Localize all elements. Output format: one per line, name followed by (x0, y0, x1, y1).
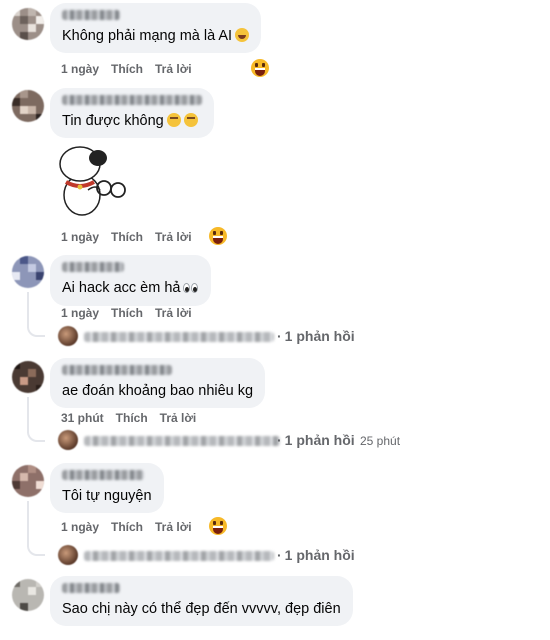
comment-bubble: Sao chị này có thể đẹp đến vvvvv, đẹp đi… (50, 576, 353, 626)
reply-count[interactable]: · 1 phản hồi (277, 432, 355, 448)
reply-time: 25 phút (360, 434, 401, 448)
comment-text: Sao chị này có thể đẹp đến vvvvv, đẹp đi… (62, 601, 341, 617)
haha-reaction-icon[interactable] (251, 59, 269, 77)
thread-connector (27, 428, 45, 442)
reply-preview (84, 332, 274, 342)
comment-text: Tôi tự nguyện (62, 488, 152, 504)
reply-count[interactable]: · 1 phản hồi (277, 547, 355, 563)
reply-preview (84, 551, 274, 561)
reply-button[interactable]: Trả lời (160, 411, 197, 425)
comment-bubble: Tin được không (50, 88, 214, 138)
reply-avatar (58, 326, 78, 346)
author-name[interactable] (62, 95, 202, 105)
view-replies-row[interactable]: · 1 phản hồi 25 phút (58, 430, 418, 452)
comment-bubble: ae đoán khoảng bao nhiêu kg (50, 358, 266, 408)
reply-button[interactable]: Trả lời (155, 230, 192, 244)
author-name[interactable] (62, 470, 144, 480)
like-button[interactable]: Thích (111, 230, 143, 244)
reply-button[interactable]: Trả lời (155, 306, 192, 320)
reply-preview (84, 436, 280, 446)
eyes-emoji (183, 280, 199, 298)
comment-text: Tin được không (62, 113, 164, 129)
author-name[interactable] (62, 583, 120, 593)
haha-reaction-icon[interactable] (209, 517, 227, 535)
author-name[interactable] (62, 365, 172, 375)
comment-actions: 1 ngày Thích Trả lời (61, 306, 204, 320)
reply-button[interactable]: Trả lời (155, 62, 192, 76)
author-name[interactable] (62, 262, 124, 272)
like-button[interactable]: Thích (111, 62, 143, 76)
avatar[interactable] (12, 361, 44, 393)
author-name[interactable] (62, 10, 120, 20)
comment-actions: 1 ngày Thích Trả lời (61, 62, 204, 76)
comment-text: Ai hack acc èm hả (62, 280, 181, 296)
reply-avatar (58, 430, 78, 450)
comment-time[interactable]: 1 ngày (61, 520, 99, 534)
comment-actions: 1 ngày Thích Trả lời (61, 520, 204, 534)
comment-bubble: Ai hack acc èm hả (50, 255, 212, 306)
avatar[interactable] (12, 256, 44, 288)
avatar[interactable] (12, 579, 44, 611)
view-replies-row[interactable]: · 1 phản hồi (58, 545, 378, 567)
haha-reaction-icon[interactable] (209, 227, 227, 245)
comment-actions: 1 ngày Thích Trả lời (61, 230, 204, 244)
like-button[interactable]: Thích (111, 306, 143, 320)
view-replies-row[interactable]: · 1 phản hồi (58, 326, 378, 348)
avatar[interactable] (12, 90, 44, 122)
reply-button[interactable]: Trả lời (155, 520, 192, 534)
reply-avatar (58, 545, 78, 565)
comment-bubble: Không phải mạng mà là AI (50, 3, 262, 53)
comment-bubble: Tôi tự nguyện (50, 463, 164, 513)
like-button[interactable]: Thích (116, 411, 148, 425)
smirk-emoji (166, 113, 181, 127)
avatar[interactable] (12, 465, 44, 497)
comment-time[interactable]: 1 ngày (61, 62, 99, 76)
like-button[interactable]: Thích (111, 520, 143, 534)
smirk-emoji (183, 113, 198, 127)
rolling-laughing-emoji (235, 28, 250, 42)
thread-line (27, 501, 29, 547)
comment-time[interactable]: 31 phút (61, 411, 104, 425)
comment-text: Không phải mạng mà là AI (62, 28, 233, 44)
thread-connector (27, 542, 45, 556)
comment-time[interactable]: 1 ngày (61, 306, 99, 320)
comment-time[interactable]: 1 ngày (61, 230, 99, 244)
comment-text: ae đoán khoảng bao nhiêu kg (62, 383, 254, 399)
reply-count[interactable]: · 1 phản hồi (277, 328, 355, 344)
comment-actions: 31 phút Thích Trả lời (61, 411, 208, 425)
avatar[interactable] (12, 8, 44, 40)
thread-connector (27, 323, 45, 337)
brian-dog-sticker[interactable] (52, 140, 132, 220)
